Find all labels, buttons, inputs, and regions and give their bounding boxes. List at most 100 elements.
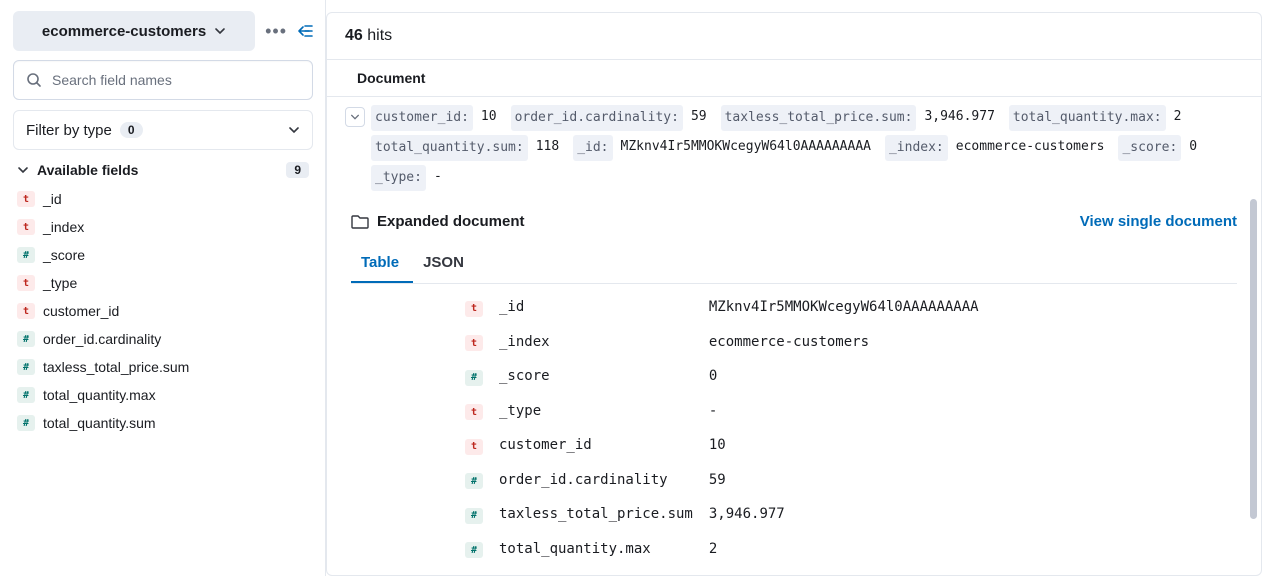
field-type-token: # [465,370,483,386]
field-name-cell: _type [491,394,701,429]
field-name-cell: total_quantity.sum [491,566,701,575]
field-value-cell: 118 [701,566,1237,575]
field-type-token: t [17,303,35,319]
field-item[interactable]: t customer_id [13,298,313,324]
hits-bar: 46 hits [327,13,1261,59]
summary-key: order_id.cardinality: [511,105,683,131]
summary-value: - [434,165,442,191]
available-fields-header[interactable]: Available fields 9 [13,150,313,186]
field-item[interactable]: # _score [13,242,313,268]
field-item[interactable]: t _type [13,270,313,296]
table-row: # taxless_total_price.sum3,946.977 [351,497,1237,532]
main-panel: 46 hits Document customer_id:10order_id.… [326,0,1274,576]
scrollbar[interactable] [1250,199,1257,519]
field-name: total_quantity.sum [43,415,156,431]
field-name: taxless_total_price.sum [43,359,189,375]
field-type-token: # [465,508,483,524]
field-type-token: # [17,415,35,431]
field-value-cell: - [701,394,1237,429]
tab-json[interactable]: JSON [413,246,478,283]
table-row: t _idMZknv4Ir5MMOKWcegyW64l0AAAAAAAAA [351,290,1237,325]
field-name-cell: total_quantity.max [491,532,701,567]
field-type-token: t [17,191,35,207]
field-name-cell: _id [491,290,701,325]
field-name: _score [43,247,85,263]
summary-value: 0 [1189,135,1197,161]
summary-value: 3,946.977 [924,105,994,131]
field-type-token: # [17,247,35,263]
chevron-down-icon [350,112,360,122]
document-summary: customer_id:10order_id.cardinality:59tax… [371,105,1243,191]
field-name: _type [43,275,77,291]
field-type-token: # [465,542,483,558]
field-item[interactable]: # total_quantity.sum [13,410,313,436]
hits-label: hits [367,27,392,44]
summary-key: _index: [885,135,948,161]
field-type-token: # [17,331,35,347]
field-type-token: t [465,301,483,317]
summary-key: taxless_total_price.sum: [721,105,917,131]
field-item[interactable]: #order_id.cardinality [13,326,313,352]
field-name: total_quantity.max [43,387,156,403]
field-value-cell: 59 [701,463,1237,498]
filter-by-type[interactable]: Filter by type 0 [13,110,313,150]
field-name-cell: customer_id [491,428,701,463]
field-list: t_idt_index#_scoret_typetcustomer_id#ord… [13,186,313,436]
summary-value: ecommerce-customers [956,135,1105,161]
field-type-token: t [465,439,483,455]
field-name-cell: order_id.cardinality [491,463,701,498]
search-icon [26,72,42,88]
filter-label: Filter by type [26,122,112,139]
field-item[interactable]: t _id [13,186,313,212]
index-pattern-selector[interactable]: ecommerce-customers [13,11,255,51]
field-name-cell: taxless_total_price.sum [491,497,701,532]
field-name-cell: _index [491,325,701,360]
field-item[interactable]: t _index [13,214,313,240]
summary-key: total_quantity.max: [1009,105,1166,131]
table-row: #total_quantity.sum118 [351,566,1237,575]
tab-table[interactable]: Table [351,246,413,283]
field-type-token: t [17,275,35,291]
table-row: # _score0 [351,359,1237,394]
sidebar-collapse-icon[interactable] [297,24,313,38]
more-options-icon[interactable]: ••• [265,21,287,42]
field-type-token: t [465,335,483,351]
document-fields-table: t _idMZknv4Ir5MMOKWcegyW64l0AAAAAAAAA t _in… [351,290,1237,575]
row-collapse-toggle[interactable] [345,107,365,127]
chevron-down-icon [214,25,226,37]
expanded-header: Expanded document View single document [351,213,1237,230]
field-type-token: t [17,219,35,235]
field-value-cell: MZknv4Ir5MMOKWcegyW64l0AAAAAAAAA [701,290,1237,325]
field-item[interactable]: # total_quantity.max [13,382,313,408]
table-row: t _indexecommerce-customers [351,325,1237,360]
table-row: #total_quantity.max2 [351,532,1237,567]
field-value-cell: 10 [701,428,1237,463]
field-item[interactable]: #taxless_total_price.sum [13,354,313,380]
summary-key: _score: [1118,135,1181,161]
chevron-down-icon [288,124,300,136]
field-value-cell: 0 [701,359,1237,394]
available-fields-count: 9 [286,162,309,178]
field-name: _id [43,191,62,207]
table-row: t customer_id10 [351,428,1237,463]
field-name-cell: _score [491,359,701,394]
field-type-token: # [17,387,35,403]
field-name: customer_id [43,303,119,319]
view-single-document-link[interactable]: View single document [1080,213,1237,230]
summary-key: _type: [371,165,426,191]
field-search-box[interactable] [13,60,313,100]
document-row: customer_id:10order_id.cardinality:59tax… [327,97,1261,199]
field-value-cell: ecommerce-customers [701,325,1237,360]
hits-count: 46 [345,27,363,44]
field-type-token: t [465,404,483,420]
filter-count-badge: 0 [120,122,143,138]
expanded-title: Expanded document [377,213,525,230]
summary-key: customer_id: [371,105,473,131]
chevron-down-icon [17,164,29,176]
field-value-cell: 3,946.977 [701,497,1237,532]
field-name: _index [43,219,84,235]
table-row: t _type - [351,394,1237,429]
sidebar-topbar: ecommerce-customers ••• [13,11,313,51]
search-input[interactable] [52,72,300,88]
summary-key: total_quantity.sum: [371,135,528,161]
